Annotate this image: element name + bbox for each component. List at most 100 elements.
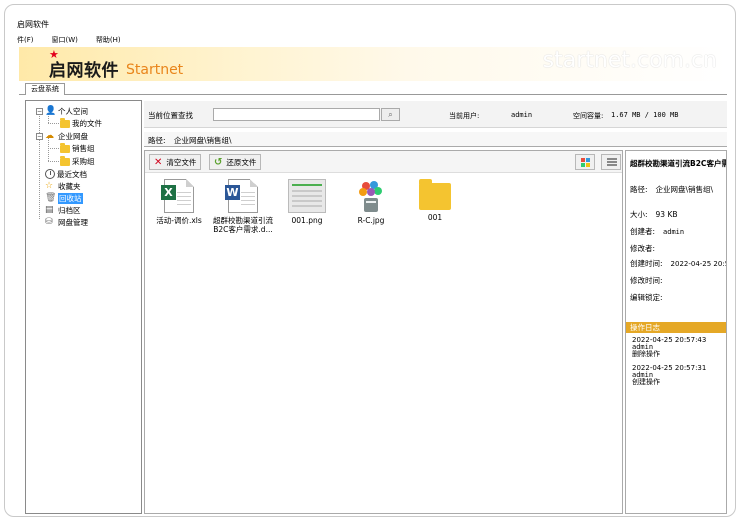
file-name: 活动-调价.xls	[156, 216, 202, 225]
folder-icon	[60, 142, 70, 153]
current-user-value: admin	[511, 111, 533, 119]
search-button[interactable]: ⌕	[381, 108, 400, 121]
path-label: 路径:	[148, 136, 166, 145]
file-item[interactable]: W 超群校勘渠道引流B2C客户需求.d...	[211, 179, 275, 234]
operation-log-header: 操作日志	[626, 322, 726, 333]
clear-files-label: 清空文件	[166, 157, 197, 167]
file-item[interactable]: R-C.jpg	[339, 179, 403, 225]
sidebar-item-recycle-bin[interactable]: 🗑 回收站	[45, 192, 83, 204]
watermark: startnet.com.cn	[542, 48, 717, 73]
icon-view-button[interactable]	[575, 154, 595, 170]
user-icon: 👤	[45, 106, 57, 116]
sidebar-item-label: 我的文件	[72, 118, 102, 128]
tree-line	[48, 148, 59, 149]
log-action: 创建操作	[632, 378, 660, 386]
sidebar-item-enterprise-disk[interactable]: − ☁ 企业网盘	[36, 130, 88, 142]
tree-line	[48, 123, 59, 124]
collapse-icon[interactable]: −	[36, 132, 43, 140]
file-name: 001.png	[291, 216, 323, 225]
details-path: 路径: 企业网盘\销售组\	[630, 185, 714, 194]
capacity-label: 空间容量:	[573, 112, 604, 120]
sidebar-item-archive[interactable]: ▤ 归档区	[45, 204, 81, 216]
clock-icon	[45, 169, 55, 179]
tab-bar: 云盘系统	[19, 83, 727, 95]
clear-files-button[interactable]: ✕ 清空文件	[149, 154, 202, 170]
window-title: 启网软件	[17, 20, 49, 29]
details-pane: 超群校勘渠道引流B2C客户需求.docx 路径:企业网盘\销售组\ 大小:93 …	[625, 150, 727, 514]
folder-icon	[419, 179, 451, 210]
current-user-label: 当前用户:	[449, 112, 480, 120]
details-creator: 创建者: admin	[630, 227, 685, 236]
file-item[interactable]: X 活动-调价.xls	[147, 179, 211, 225]
folder-icon	[60, 117, 70, 128]
capacity-value: 1.67 MB / 100 MB	[611, 111, 679, 119]
file-item[interactable]: 001.png	[275, 179, 339, 225]
details-modifier: 修改者:	[630, 244, 656, 253]
cloud-icon: ☁	[45, 131, 54, 141]
sidebar-item-sales-group[interactable]: 销售组	[60, 142, 95, 154]
menu-file[interactable]: 件(F)	[17, 35, 34, 47]
logo-text: 启网软件	[49, 61, 119, 81]
trash-icon: 🗑	[45, 193, 57, 203]
restore-files-button[interactable]: ↺ 还原文件	[209, 154, 262, 170]
sidebar-item-label: 采购组	[72, 156, 95, 166]
sidebar-item-favorites[interactable]: ☆ 收藏夹	[45, 180, 81, 192]
logo-english: Startnet	[126, 62, 184, 78]
sidebar-tree: − 👤 个人空间 我的文件 − ☁ 企业网盘 销售组 采购组 最近文档 ☆ 收藏…	[25, 100, 142, 514]
menu-bar: 件(F) 窗口(W) 帮助(H)	[17, 35, 727, 47]
word-file-icon: W	[225, 179, 258, 213]
collapse-icon[interactable]: −	[36, 107, 43, 115]
star-icon: ☆	[45, 181, 54, 191]
file-name: R-C.jpg	[357, 216, 385, 225]
details-modified-time: 修改时间:	[630, 276, 663, 285]
sidebar-item-label: 回收站	[58, 192, 83, 204]
sidebar-item-label: 销售组	[72, 143, 95, 153]
file-name: 001	[427, 213, 443, 222]
restore-icon: ↺	[214, 156, 223, 168]
sidebar-item-label: 最近文档	[57, 169, 87, 179]
sidebar-item-my-files[interactable]: 我的文件	[60, 117, 102, 129]
search-input[interactable]	[213, 108, 380, 121]
file-toolbar: ✕ 清空文件 ↺ 还原文件	[145, 151, 622, 173]
search-label: 当前位置查找	[148, 111, 193, 120]
sidebar-item-label: 个人空间	[58, 106, 88, 116]
search-bar: 当前位置查找 ⌕ 当前用户: admin 空间容量: 1.67 MB / 100…	[144, 101, 727, 128]
log-entry: 2022-04-25 20:57:31 admin 创建操作	[632, 365, 706, 386]
sidebar-item-label: 网盘管理	[58, 217, 88, 227]
tree-line	[48, 161, 59, 162]
excel-file-icon: X	[161, 179, 194, 213]
folder-icon	[60, 155, 70, 166]
sidebar-item-recent-docs[interactable]: 最近文档	[45, 168, 87, 180]
details-title: 超群校勘渠道引流B2C客户需求.docx	[630, 159, 726, 168]
menu-window[interactable]: 窗口(W)	[52, 35, 78, 47]
details-edit-lock: 编辑锁定:	[630, 293, 663, 302]
header-banner: ★ 启网软件 Startnet startnet.com.cn	[19, 47, 727, 81]
sidebar-item-purchase-group[interactable]: 采购组	[60, 155, 95, 167]
archive-icon: ▤	[45, 205, 54, 215]
drive-icon: ⛁	[45, 217, 53, 227]
image-file-icon	[356, 179, 386, 213]
sidebar-item-label: 企业网盘	[58, 131, 88, 141]
log-entry: 2022-04-25 20:57:43 admin 删除操作	[632, 337, 706, 358]
details-created-time: 创建时间:2022-04-25 20:57:31	[630, 259, 726, 268]
close-icon: ✕	[154, 156, 163, 168]
tree-line	[39, 113, 40, 219]
sidebar-item-personal-space[interactable]: − 👤 个人空间	[36, 105, 88, 117]
folder-item[interactable]: 001	[403, 179, 467, 222]
tab-cloud-system[interactable]: 云盘系统	[25, 83, 65, 95]
word-badge-icon: W	[225, 185, 240, 200]
log-action: 删除操作	[632, 350, 660, 358]
restore-files-label: 还原文件	[226, 157, 257, 167]
path-bar: 路径: 企业网盘\销售组\	[144, 132, 727, 147]
sidebar-item-label: 归档区	[58, 205, 81, 215]
grid-view-icon	[581, 158, 590, 167]
app-window: 启网软件 件(F) 窗口(W) 帮助(H) ★ 启网软件 Startnet st…	[4, 4, 736, 517]
sidebar-item-disk-management[interactable]: ⛁ 网盘管理	[45, 216, 88, 228]
image-thumbnail-icon	[288, 179, 326, 213]
menu-help[interactable]: 帮助(H)	[96, 35, 121, 47]
list-view-button[interactable]	[601, 154, 621, 170]
details-size: 大小: 93 KB	[630, 210, 678, 219]
sidebar-item-label: 收藏夹	[58, 181, 81, 191]
list-view-icon	[607, 158, 617, 167]
file-name: 超群校勘渠道引流B2C客户需求.d...	[213, 216, 273, 234]
